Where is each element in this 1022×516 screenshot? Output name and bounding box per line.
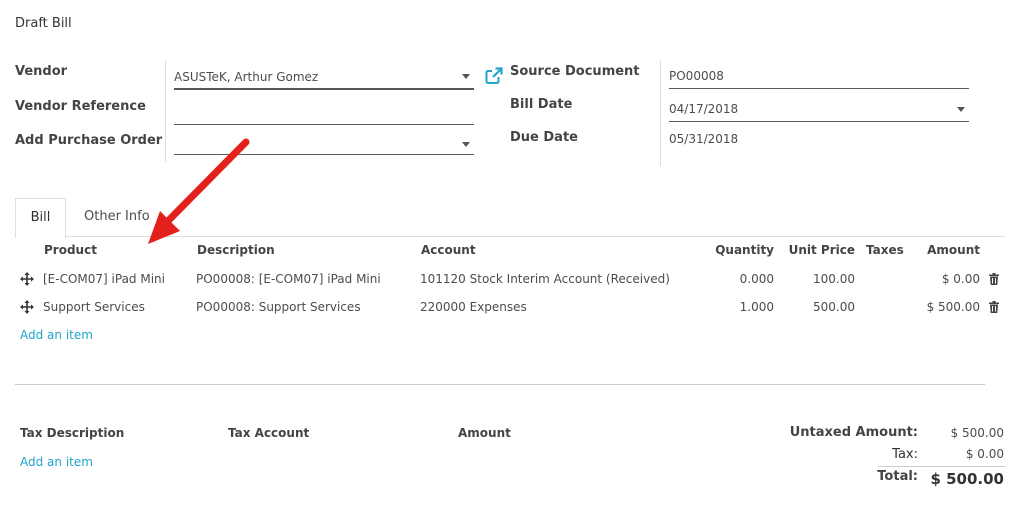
drag-handle-icon[interactable]: [20, 272, 34, 286]
row-unit-price: 500.00: [813, 300, 855, 314]
tax-column-header-amount[interactable]: Amount: [458, 426, 511, 440]
column-header-unit-price[interactable]: Unit Price: [775, 243, 855, 257]
column-header-amount[interactable]: Amount: [900, 243, 980, 257]
tax-column-header-account[interactable]: Tax Account: [228, 426, 309, 440]
page-title: Draft Bill: [15, 16, 72, 31]
source-document-label: Source Document: [510, 64, 640, 79]
row-amount: $ 0.00: [941, 272, 980, 286]
bill-date-field[interactable]: 04/17/2018: [669, 96, 969, 120]
table-row[interactable]: Support Services PO00008: Support Servic…: [15, 293, 1005, 321]
tab-bill[interactable]: Bill: [15, 198, 66, 238]
external-link-icon[interactable]: [485, 67, 503, 85]
table-row[interactable]: [E-COM07] iPad Mini PO00008: [E-COM07] i…: [15, 265, 1005, 293]
row-amount: $ 500.00: [926, 300, 980, 314]
source-document-value[interactable]: PO00008: [669, 69, 724, 83]
column-header-taxes[interactable]: Taxes: [866, 243, 904, 257]
trash-icon[interactable]: [989, 301, 999, 313]
vendor-reference-underline: [174, 124, 474, 125]
row-account: 101120 Stock Interim Account (Received): [420, 272, 670, 286]
tax-label: Tax:: [892, 447, 918, 462]
vendor-reference-label: Vendor Reference: [15, 99, 146, 114]
row-quantity: 1.000: [739, 300, 774, 314]
chevron-down-icon: [462, 142, 470, 147]
drag-handle-icon[interactable]: [20, 300, 34, 314]
column-header-quantity[interactable]: Quantity: [694, 243, 774, 257]
due-date-value: 05/31/2018: [669, 132, 739, 146]
total-label: Total:: [877, 469, 918, 484]
section-divider: [15, 384, 985, 385]
tax-value: $ 0.00: [965, 447, 1004, 461]
vendor-label: Vendor: [15, 64, 68, 79]
row-description: PO00008: Support Services: [196, 300, 361, 314]
chevron-down-icon: [957, 107, 965, 112]
total-divider: [878, 466, 1005, 467]
vendor-value: ASUSTeK, Arthur Gomez: [174, 70, 319, 84]
column-header-account[interactable]: Account: [421, 243, 476, 257]
untaxed-amount-value: $ 500.00: [950, 426, 1004, 440]
tax-column-header-description[interactable]: Tax Description: [20, 426, 124, 440]
bill-date-value: 04/17/2018: [669, 102, 739, 116]
due-date-label: Due Date: [510, 130, 578, 145]
row-quantity: 0.000: [739, 272, 774, 286]
add-tax-item-link[interactable]: Add an item: [20, 455, 93, 469]
vendor-field-underline: [174, 88, 474, 90]
add-line-item-link[interactable]: Add an item: [20, 328, 93, 342]
annotation-arrow: [148, 138, 250, 244]
column-header-product[interactable]: Product: [44, 243, 97, 257]
vendor-field[interactable]: ASUSTeK, Arthur Gomez: [174, 62, 474, 90]
bill-date-underline: [669, 121, 969, 122]
chevron-down-icon: [462, 74, 470, 79]
bill-date-label: Bill Date: [510, 97, 573, 112]
row-product: Support Services: [43, 300, 145, 314]
row-description: PO00008: [E-COM07] iPad Mini: [196, 272, 381, 286]
vendor-reference-input[interactable]: [174, 100, 474, 124]
source-document-underline: [669, 88, 969, 89]
label-separator-right: [660, 60, 661, 166]
row-product: [E-COM07] iPad Mini: [43, 272, 165, 286]
row-unit-price: 100.00: [813, 272, 855, 286]
trash-icon[interactable]: [989, 273, 999, 285]
total-value: $ 500.00: [930, 470, 1004, 488]
row-account: 220000 Expenses: [420, 300, 527, 314]
untaxed-amount-label: Untaxed Amount:: [789, 425, 918, 440]
